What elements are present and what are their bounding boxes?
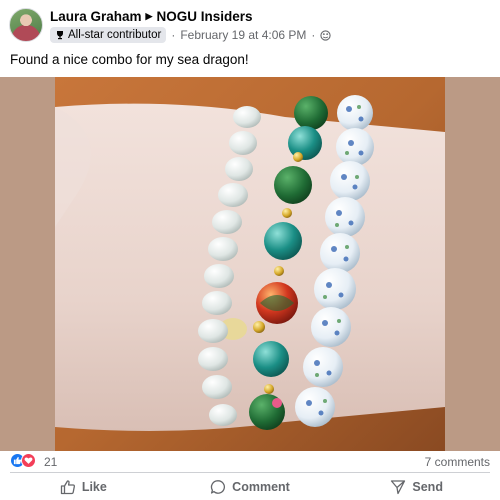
trophy-icon bbox=[57, 31, 63, 40]
audience-icon bbox=[320, 29, 332, 41]
separator-dot: · bbox=[311, 28, 316, 42]
author-avatar[interactable] bbox=[9, 8, 43, 42]
contributor-badge[interactable]: All-star contributor bbox=[50, 27, 167, 43]
love-reaction-icon bbox=[21, 453, 36, 468]
comment-button[interactable]: Comment bbox=[167, 474, 334, 500]
post-meta: All-star contributor · February 19 at 4:… bbox=[50, 27, 332, 43]
post-header: Laura Graham ▶ NOGU Insiders All-star co… bbox=[0, 0, 500, 48]
send-label: Send bbox=[412, 480, 443, 494]
actions-divider bbox=[10, 472, 490, 473]
separator-dot: · bbox=[171, 28, 176, 42]
post-caption: Found a nice combo for my sea dragon! bbox=[10, 52, 249, 67]
post-photo[interactable] bbox=[55, 77, 445, 451]
like-label: Like bbox=[81, 480, 107, 494]
comment-label: Comment bbox=[232, 480, 290, 494]
post-title-line: Laura Graham ▶ NOGU Insiders bbox=[50, 9, 253, 24]
send-button[interactable]: Send bbox=[333, 474, 500, 500]
badge-label: All-star contributor bbox=[68, 29, 162, 41]
comment-bubble-icon bbox=[211, 480, 226, 494]
caret-right-icon: ▶ bbox=[145, 11, 153, 21]
post-actions: Like Comment Send bbox=[0, 474, 500, 500]
like-button[interactable]: Like bbox=[0, 474, 167, 500]
reaction-icons[interactable] bbox=[10, 453, 36, 468]
reaction-count[interactable]: 21 bbox=[44, 455, 57, 469]
comments-count[interactable]: 7 comments bbox=[425, 455, 490, 469]
post-timestamp[interactable]: February 19 at 4:06 PM bbox=[180, 28, 306, 42]
thumbs-up-icon bbox=[60, 480, 75, 495]
reactions-row: 21 7 comments bbox=[0, 451, 500, 471]
bracelet-photo-image bbox=[55, 77, 445, 451]
send-arrow-icon bbox=[391, 480, 406, 495]
group-name[interactable]: NOGU Insiders bbox=[156, 9, 252, 24]
author-name[interactable]: Laura Graham bbox=[50, 9, 142, 24]
post-photo-frame[interactable] bbox=[0, 77, 500, 451]
